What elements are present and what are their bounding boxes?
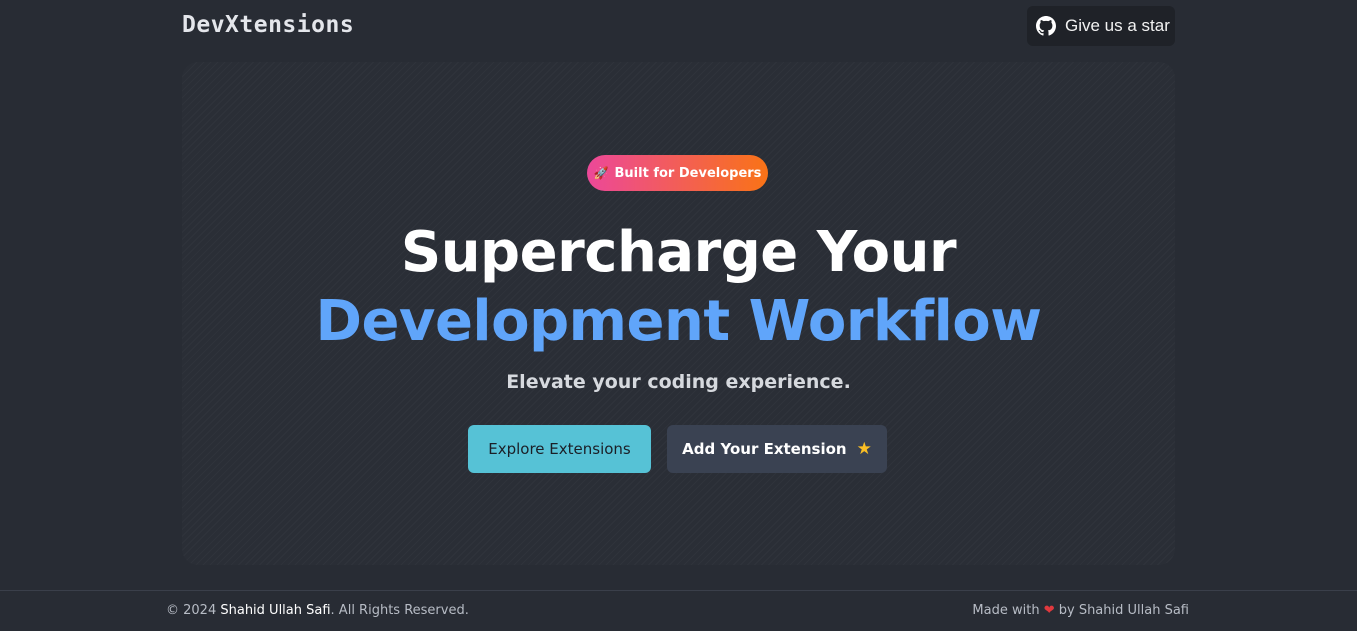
copyright-name[interactable]: Shahid Ullah Safi [220,603,330,618]
headline-line-1: Supercharge Your [400,220,957,285]
star-button-label: Give us a star [1065,16,1170,35]
page: DevXtensions Give us a star 🚀 Built for … [0,0,1357,631]
github-star-button[interactable]: Give us a star [1027,6,1175,46]
copyright-prefix: © 2024 [166,603,221,618]
copyright-text: © 2024 Shahid Ullah Safi. All Rights Res… [166,603,469,618]
headline-line-2: Development Workflow [315,289,1042,354]
github-icon [1036,16,1056,36]
heart-icon: ❤ [1043,603,1055,618]
made-with-prefix: Made with [972,603,1044,618]
logo[interactable]: DevXtensions [182,12,354,38]
explore-button-label: Explore Extensions [488,440,631,458]
footer: © 2024 Shahid Ullah Safi. All Rights Res… [0,590,1357,631]
add-your-extension-button[interactable]: Add Your Extension ★ [667,425,887,473]
built-for-developers-badge: 🚀 Built for Developers [587,155,768,191]
rocket-icon: 🚀 [593,166,609,180]
star-icon: ★ [856,439,872,459]
navbar: DevXtensions Give us a star [182,6,1175,46]
made-with-text: Made with ❤ by Shahid Ullah Safi [972,603,1189,618]
hero-subtitle: Elevate your coding experience. [506,371,851,393]
badge-label: Built for Developers [614,165,762,181]
copyright-suffix: . All Rights Reserved. [330,603,469,618]
add-button-label: Add Your Extension [682,440,847,458]
hero-section: 🚀 Built for Developers Supercharge Your … [182,62,1175,565]
made-with-suffix: by Shahid Ullah Safi [1054,603,1189,618]
explore-extensions-button[interactable]: Explore Extensions [468,425,651,473]
